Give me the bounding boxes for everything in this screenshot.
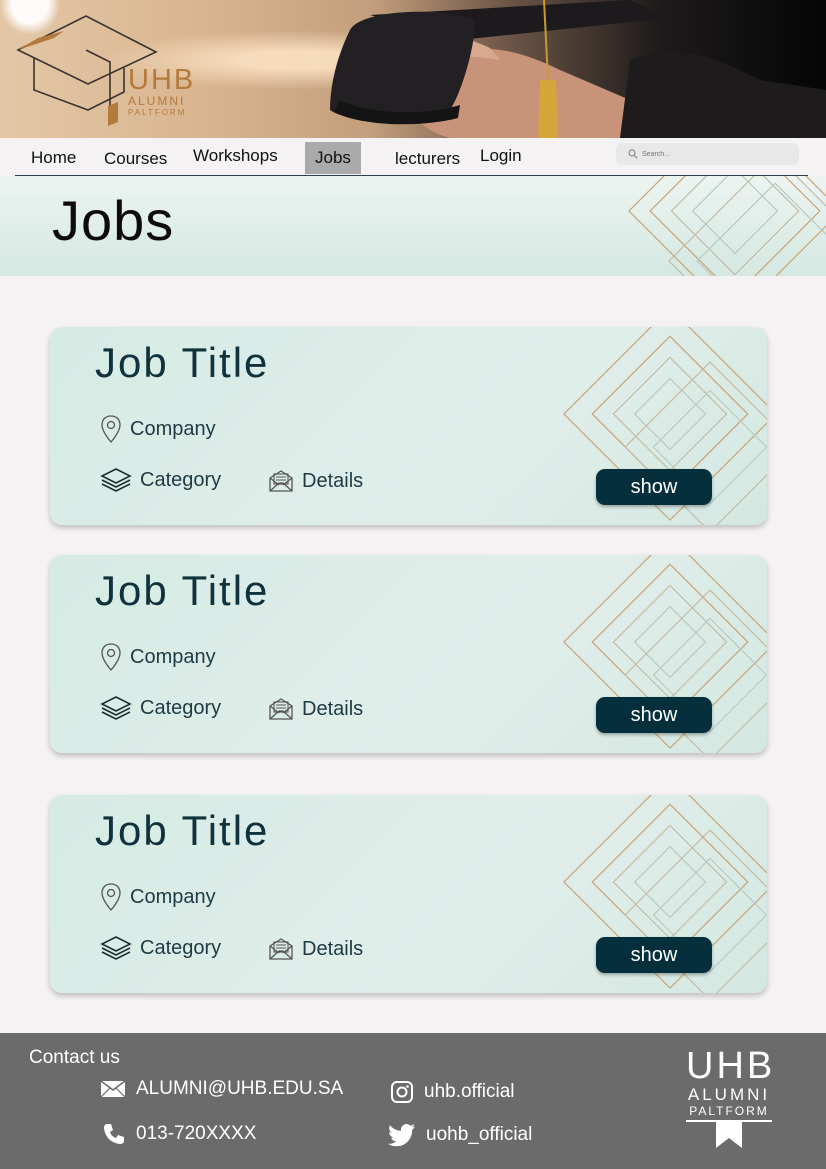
location-pin-icon: [101, 643, 121, 671]
location-pin-icon: [101, 883, 121, 911]
footer-twitter[interactable]: uohb_official: [388, 1123, 532, 1147]
category-label: Category: [140, 696, 222, 719]
twitter-text: uohb_official: [426, 1124, 533, 1145]
nav-login[interactable]: Login: [480, 146, 522, 166]
search-icon: [628, 149, 638, 159]
page-header: Jobs: [0, 176, 826, 276]
instagram-text: uhb.official: [424, 1081, 515, 1102]
layers-icon: [100, 696, 132, 720]
location-pin-icon: [101, 415, 121, 443]
page-title: Jobs: [52, 189, 175, 252]
phone-text: 013-720XXXX: [136, 1123, 257, 1144]
category-label: Category: [140, 936, 222, 959]
footer-logo-paltform: PALTFORM: [689, 1104, 769, 1118]
phone-icon: [104, 1124, 124, 1144]
job-company: Company: [100, 643, 216, 671]
show-button[interactable]: show: [596, 697, 712, 733]
job-card: Job Title Company Category Details show: [50, 327, 767, 525]
show-button[interactable]: show: [596, 937, 712, 973]
nav-home[interactable]: Home: [31, 148, 76, 168]
job-title: Job Title: [95, 567, 270, 614]
job-title: Job Title: [95, 339, 270, 386]
graduation-photo: [330, 0, 826, 138]
company-label: Company: [130, 885, 216, 908]
show-button[interactable]: show: [596, 469, 712, 505]
footer-logo-uhb: UHB: [686, 1045, 776, 1087]
company-label: Company: [130, 417, 216, 440]
footer-phone[interactable]: 013-720XXXX: [102, 1122, 256, 1146]
top-navigation: Home Courses Workshops Jobs lecturers Lo…: [0, 138, 826, 176]
job-category: Category: [100, 935, 221, 961]
job-card: Job Title Company Category Details show: [50, 555, 767, 753]
job-category: Category: [100, 467, 221, 493]
envelope-open-icon: [269, 470, 293, 492]
details-label: Details: [302, 469, 364, 492]
details-label: Details: [302, 937, 364, 960]
envelope-open-icon: [269, 938, 293, 960]
category-label: Category: [140, 468, 222, 491]
email-text: ALUMNI@UHB.EDU.SA: [136, 1078, 344, 1099]
search-input[interactable]: [642, 150, 792, 158]
job-company: Company: [100, 415, 216, 443]
company-label: Company: [130, 645, 216, 668]
job-details: Details: [268, 469, 363, 493]
job-details: Details: [268, 937, 363, 961]
nav-courses[interactable]: Courses: [104, 149, 167, 169]
contact-us-label: Contact us: [29, 1047, 120, 1068]
job-details: Details: [268, 697, 363, 721]
logo-paltform-text: PALTFORM: [128, 108, 187, 117]
job-company: Company: [100, 883, 216, 911]
logo-alumni-text: ALUMNI: [128, 94, 186, 108]
mail-icon: [100, 1080, 126, 1098]
envelope-open-icon: [269, 698, 293, 720]
footer-logo: UHB ALUMNI PALTFORM: [686, 1047, 772, 1153]
job-card: Job Title Company Category Details show: [50, 795, 767, 993]
header-banner: UHB ALUMNI PALTFORM: [0, 0, 826, 138]
details-label: Details: [302, 697, 364, 720]
job-category: Category: [100, 695, 221, 721]
logo-uhb-text: UHB: [128, 64, 196, 96]
nav-workshops[interactable]: Workshops: [193, 146, 278, 166]
bookmark-icon: [716, 1122, 742, 1148]
nav-jobs[interactable]: Jobs: [305, 142, 361, 174]
search-box[interactable]: [616, 143, 799, 165]
footer: Contact us ALUMNI@UHB.EDU.SA 013-720XXXX…: [0, 1033, 826, 1169]
twitter-icon: [388, 1124, 415, 1147]
footer-email[interactable]: ALUMNI@UHB.EDU.SA: [100, 1078, 343, 1100]
layers-icon: [100, 936, 132, 960]
instagram-icon: [391, 1081, 413, 1103]
layers-icon: [100, 468, 132, 492]
job-title: Job Title: [95, 807, 270, 854]
nav-lecturers[interactable]: lecturers: [395, 149, 460, 169]
footer-instagram[interactable]: uhb.official: [390, 1080, 515, 1104]
logo-wordmark: UHB ALUMNI PALTFORM: [128, 66, 195, 118]
footer-logo-alumni: ALUMNI: [687, 1085, 771, 1104]
